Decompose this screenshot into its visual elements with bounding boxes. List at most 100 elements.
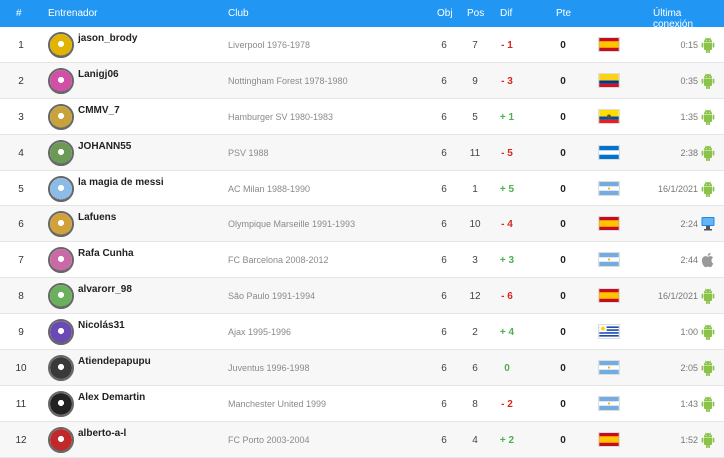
coach-name[interactable]: Lafuens (78, 212, 116, 223)
header-num: # (16, 8, 22, 19)
points-value: 0 (560, 327, 566, 339)
last-connection-time: 16/1/2021 (657, 291, 698, 302)
table-row[interactable]: 2 Lanigj06 Nottingham Forest 1978-1980 6 9 - … (0, 62, 724, 99)
table-row[interactable]: 12 alberto-a-l FC Porto 2003-2004 6 4 + 2 0 1:5… (0, 421, 724, 458)
argentina-flag-icon (598, 180, 620, 196)
avatar[interactable] (48, 390, 74, 417)
objective-value: 6 (441, 363, 447, 375)
header-pos[interactable]: Pos (467, 8, 484, 19)
spain-flag-icon (598, 431, 620, 447)
android-icon (701, 36, 715, 53)
table-row[interactable]: 9 Nicolás31 Ajax 1995-1996 6 2 + 4 0 1:00 (0, 314, 724, 351)
objective-value: 6 (441, 291, 447, 303)
coach-name[interactable]: jason_brody (78, 33, 137, 44)
avatar[interactable] (48, 319, 74, 346)
points-value: 0 (560, 434, 566, 446)
table-row[interactable]: 7 Rafa Cunha FC Barcelona 2008-2012 6 3 + 3 0 2… (0, 242, 724, 279)
last-connection-time: 1:35 (680, 111, 698, 122)
table-row[interactable]: 8 alvarorr_98 São Paulo 1991-1994 6 12 - 6 0 16… (0, 278, 724, 315)
avatar[interactable] (48, 426, 74, 453)
avatar[interactable] (48, 283, 74, 310)
points-value: 0 (560, 219, 566, 231)
coach-name[interactable]: CMMV_7 (78, 105, 120, 116)
coach-name[interactable]: Nicolás31 (78, 320, 125, 331)
table-row[interactable]: 3 CMMV_7 Hamburger SV 1980-1983 6 5 + 1 0 1:35 (0, 98, 724, 135)
table-row[interactable]: 5 la magia de messi AC Milan 1988-1990 6 1 + … (0, 170, 724, 207)
difference-value: + 3 (499, 255, 515, 267)
rank-number: 3 (18, 111, 24, 123)
avatar[interactable] (48, 139, 74, 166)
last-connection-time: 1:00 (680, 327, 698, 338)
difference-value: - 5 (501, 147, 513, 159)
club-name: PSV 1988 (228, 147, 269, 158)
club-name: Olympique Marseille 1991-1993 (228, 219, 356, 230)
avatar[interactable] (48, 211, 74, 238)
objective-value: 6 (441, 183, 447, 195)
difference-value: - 4 (501, 219, 513, 231)
rank-number: 4 (18, 147, 24, 159)
last-connection-time: 0:35 (680, 75, 698, 86)
avatar[interactable] (48, 67, 74, 94)
rank-number: 12 (15, 434, 27, 446)
avatar[interactable] (48, 32, 74, 58)
table-row[interactable]: 11 Alex Demartin Manchester United 1999 6 8 -… (0, 385, 724, 422)
last-connection-time: 2:24 (680, 219, 698, 230)
coach-name[interactable]: JOHANN55 (78, 141, 131, 152)
avatar[interactable] (48, 355, 74, 382)
header-obj[interactable]: Obj (437, 8, 453, 19)
uruguay-flag-icon (598, 324, 620, 340)
club-name: Manchester United 1999 (228, 398, 327, 409)
table-row[interactable]: 6 Lafuens Olympique Marseille 1991-1993 6 10… (0, 206, 724, 243)
last-connection-time: 16/1/2021 (657, 183, 698, 194)
coach-name[interactable]: Alex Demartin (78, 392, 145, 403)
position-value: 12 (469, 291, 481, 303)
argentina-flag-icon (598, 395, 620, 411)
club-name: São Paulo 1991-1994 (228, 291, 316, 302)
rank-number: 1 (18, 40, 24, 51)
club-name: AC Milan 1988-1990 (228, 183, 311, 194)
last-connection-time: 2:38 (680, 147, 698, 158)
points-value: 0 (560, 40, 566, 51)
rank-number: 8 (18, 291, 24, 303)
android-icon (701, 431, 715, 448)
coach-name[interactable]: alvarorr_98 (78, 284, 132, 295)
table-row[interactable]: 10 Atiendepapupu Juventus 1996-1998 6 6 0 0 2:0… (0, 350, 724, 386)
spain-flag-icon (598, 288, 620, 304)
coach-name[interactable]: Rafa Cunha (78, 248, 134, 259)
avatar[interactable] (48, 103, 74, 130)
position-value: 3 (472, 255, 478, 267)
position-value: 5 (472, 111, 478, 123)
table-row[interactable]: 1 jason_brody Liverpool 1976-1978 6 7 - 1 0 0:1… (0, 27, 724, 63)
avatar[interactable] (48, 175, 74, 202)
club-name: FC Barcelona 2008-2012 (228, 255, 329, 266)
coach-name[interactable]: alberto-a-l (78, 428, 126, 439)
header-coach[interactable]: Entrenador (48, 8, 97, 19)
objective-value: 6 (441, 147, 447, 159)
table-row[interactable]: 4 JOHANN55 PSV 1988 6 11 - 5 0 2:38 (0, 134, 724, 171)
points-value: 0 (560, 75, 566, 87)
header-pte[interactable]: Pte (556, 8, 571, 19)
last-connection-time: 0:15 (680, 40, 698, 50)
avatar[interactable] (48, 247, 74, 274)
table-body: 1 jason_brody Liverpool 1976-1978 6 7 - 1 0 0:1… (0, 27, 724, 458)
header-club[interactable]: Club (228, 8, 249, 19)
position-value: 9 (472, 75, 478, 87)
points-value: 0 (560, 183, 566, 195)
header-dif[interactable]: Dif (500, 8, 512, 19)
position-value: 4 (472, 434, 478, 446)
club-name: Hamburger SV 1980-1983 (228, 111, 334, 122)
coach-name[interactable]: Lanigj06 (78, 69, 119, 80)
difference-value: - 2 (501, 398, 513, 410)
android-icon (701, 72, 715, 89)
rank-number: 7 (18, 255, 24, 267)
club-name: Juventus 1996-1998 (228, 363, 310, 374)
difference-value: - 3 (501, 75, 513, 87)
coach-name[interactable]: Atiendepapupu (78, 356, 151, 367)
ranking-table: # Entrenador Club Obj Pos Dif Pte Última… (0, 0, 724, 458)
desktop-icon (701, 215, 715, 232)
honduras-flag-icon (598, 144, 620, 160)
last-connection-time: 1:52 (680, 434, 698, 445)
coach-name[interactable]: la magia de messi (78, 177, 164, 188)
objective-value: 6 (441, 398, 447, 410)
objective-value: 6 (441, 434, 447, 446)
